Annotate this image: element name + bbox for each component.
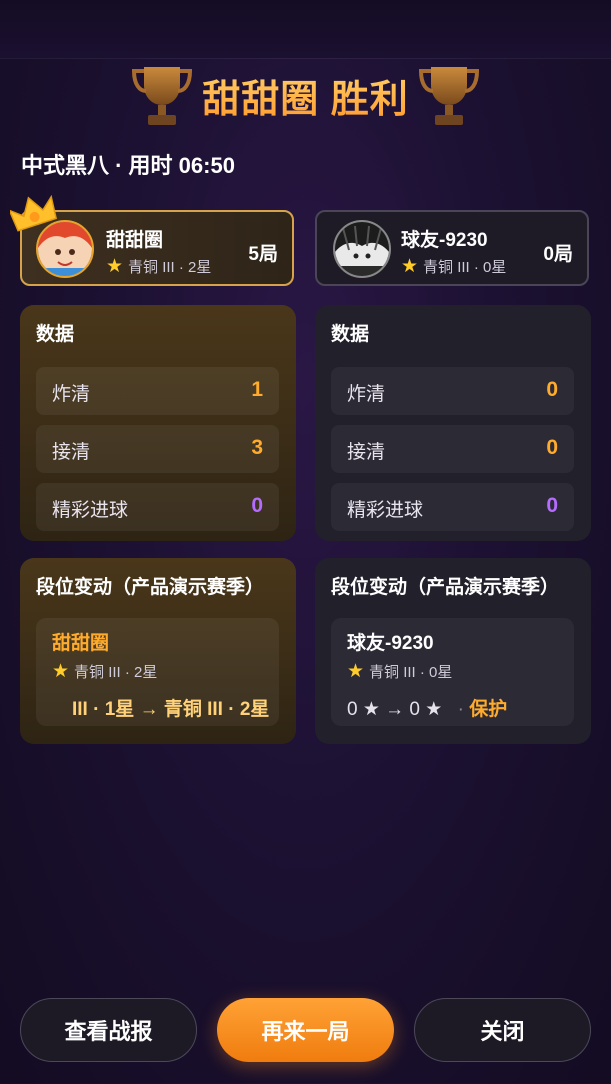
rank-change-text: III · 1星 → 青铜 III · 2星 — [72, 699, 270, 720]
rank-change-title: 段位变动（产品演示赛季） — [331, 577, 560, 598]
player-name: 球友-9230 — [401, 230, 488, 251]
view-report-button[interactable]: 查看战报 — [20, 998, 197, 1062]
crown-icon — [10, 195, 57, 232]
stat-label: 接清 — [347, 442, 386, 463]
player-card-opponent[interactable]: 球友-9230 ★ 青铜 III · 0星 0局 — [315, 210, 589, 286]
match-info: 中式黑八 · 用时 06:50 — [21, 153, 235, 178]
rank-current: ★ 青铜 III · 0星 — [347, 661, 453, 682]
stats-card-opponent: 数据 炸清 0 接清 0 精彩进球 0 — [315, 305, 591, 541]
rank-star-change: 0 ★ → 0 ★ — [347, 699, 443, 720]
stat-value: 0 — [251, 494, 263, 517]
result-title: 甜甜圈 胜利 — [202, 68, 409, 123]
stat-row: 接清 0 — [331, 425, 574, 473]
stat-value: 3 — [251, 436, 263, 459]
player-rank: ★ 青铜 III · 2星 — [106, 256, 212, 277]
rank-change-detail: 甜甜圈 ★ 青铜 III · 2星 III · 1星 → 青铜 III · 2星 — [36, 618, 279, 726]
rank-player-name: 甜甜圈 — [52, 633, 110, 654]
player-score: 0局 — [543, 244, 573, 265]
stat-value: 0 — [546, 494, 558, 517]
stat-label: 接清 — [52, 442, 91, 463]
stat-label: 炸清 — [347, 384, 386, 405]
star-icon: ★ — [347, 661, 365, 682]
stat-row: 精彩进球 0 — [36, 483, 279, 531]
avatar — [333, 220, 391, 278]
stat-row: 精彩进球 0 — [331, 483, 574, 531]
stats-title: 数据 — [331, 324, 370, 345]
rank-change-text: 0 ★ → 0 ★ · 保护 — [347, 699, 508, 720]
rank-change-detail: 球友-9230 ★ 青铜 III · 0星 0 ★ → 0 ★ · 保护 — [331, 618, 574, 726]
rank-current: ★ 青铜 III · 2星 — [52, 661, 158, 682]
stats-title: 数据 — [36, 324, 75, 345]
stat-row: 炸清 1 — [36, 367, 279, 415]
stat-value: 0 — [546, 436, 558, 459]
play-again-button[interactable]: 再来一局 — [217, 998, 394, 1062]
star-icon: ★ — [106, 256, 124, 277]
star-icon: ★ — [52, 661, 70, 682]
protect-badge: 保护 — [469, 699, 508, 720]
stat-row: 炸清 0 — [331, 367, 574, 415]
stat-value: 1 — [251, 378, 263, 401]
player-score: 5局 — [248, 244, 278, 265]
rank-change-title: 段位变动（产品演示赛季） — [36, 577, 265, 598]
stat-label: 炸清 — [52, 384, 91, 405]
player-name: 甜甜圈 — [106, 230, 164, 251]
close-button[interactable]: 关闭 — [414, 998, 591, 1062]
stat-label: 精彩进球 — [347, 500, 424, 521]
stat-value: 0 — [546, 378, 558, 401]
top-bar — [0, 0, 611, 58]
stat-label: 精彩进球 — [52, 500, 129, 521]
player-card-winner[interactable]: 甜甜圈 ★ 青铜 III · 2星 5局 — [20, 210, 294, 286]
star-icon: ★ — [401, 256, 419, 277]
rank-player-name: 球友-9230 — [347, 633, 434, 654]
result-title-row: 甜甜圈 胜利 — [0, 55, 611, 135]
trophy-icon — [418, 67, 479, 125]
stat-row: 接清 3 — [36, 425, 279, 473]
trophy-icon — [132, 67, 193, 125]
rank-change-card-winner: 段位变动（产品演示赛季） 甜甜圈 ★ 青铜 III · 2星 III · 1星 →… — [20, 558, 296, 744]
player-rank: ★ 青铜 III · 0星 — [401, 256, 507, 277]
rank-change-card-opponent: 段位变动（产品演示赛季） 球友-9230 ★ 青铜 III · 0星 0 ★ → … — [315, 558, 591, 744]
stats-card-winner: 数据 炸清 1 接清 3 精彩进球 0 — [20, 305, 296, 541]
